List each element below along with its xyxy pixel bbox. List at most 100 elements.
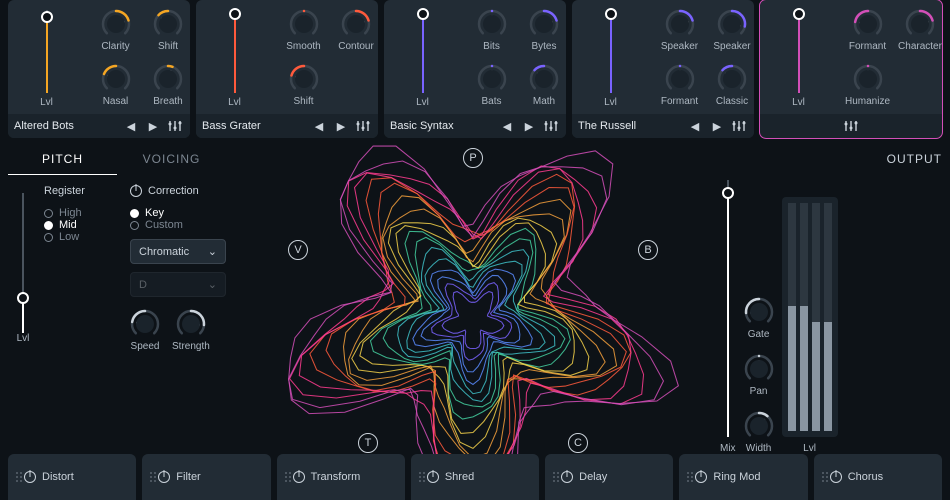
drag-handle-icon[interactable]: [285, 472, 287, 482]
speaker-knob[interactable]: [717, 9, 747, 39]
fx-distort[interactable]: Distort: [8, 454, 136, 500]
gate-knob[interactable]: [744, 297, 774, 327]
breath-knob[interactable]: [153, 64, 183, 94]
fx-label: Transform: [311, 471, 361, 483]
module-lvl-slider[interactable]: [422, 10, 424, 93]
prev-preset-icon[interactable]: ◀: [122, 117, 140, 135]
knob-label: Contour: [338, 41, 374, 52]
next-preset-icon[interactable]: ▶: [520, 117, 538, 135]
pan-knob[interactable]: [744, 354, 774, 384]
module-settings-icon[interactable]: [842, 117, 860, 135]
spectral-visualizer[interactable]: P V B T C: [230, 144, 716, 471]
drag-handle-icon[interactable]: [419, 472, 421, 482]
radio-icon: [44, 233, 53, 242]
speaker-knob[interactable]: [665, 9, 695, 39]
fx-power-icon[interactable]: [158, 471, 170, 483]
next-preset-icon[interactable]: ▶: [708, 117, 726, 135]
module-preset-name[interactable]: Bass Grater: [202, 120, 306, 132]
fx-power-icon[interactable]: [24, 471, 36, 483]
bits-knob[interactable]: [477, 9, 507, 39]
correction-opt-key[interactable]: Key: [130, 207, 226, 219]
scale-value: Chromatic: [139, 246, 189, 258]
module-lvl-slider[interactable]: [610, 10, 612, 93]
fx-transform[interactable]: Transform: [277, 454, 405, 500]
module-settings-icon[interactable]: [354, 117, 372, 135]
humanize-knob[interactable]: [853, 64, 883, 94]
math-knob[interactable]: [529, 64, 559, 94]
clarity-knob[interactable]: [101, 9, 131, 39]
module-lvl-slider[interactable]: [234, 10, 236, 93]
drag-handle-icon[interactable]: [553, 472, 555, 482]
module-settings-icon[interactable]: [166, 117, 184, 135]
register-opt-mid[interactable]: Mid: [44, 219, 124, 231]
shift-knob[interactable]: [153, 9, 183, 39]
module-settings-icon[interactable]: [730, 117, 748, 135]
key-select[interactable]: D ⌄: [130, 272, 226, 297]
next-preset-icon[interactable]: ▶: [144, 117, 162, 135]
width-label: Width: [746, 443, 772, 454]
fx-filter[interactable]: Filter: [142, 454, 270, 500]
mix-slider[interactable]: [727, 180, 729, 437]
fx-shred[interactable]: Shred: [411, 454, 539, 500]
module-preset-name[interactable]: The Russell: [578, 120, 682, 132]
radio-icon: [130, 209, 139, 218]
nasal-knob[interactable]: [101, 64, 131, 94]
smooth-knob[interactable]: [289, 9, 319, 39]
shift-knob[interactable]: [289, 64, 319, 94]
scale-select[interactable]: Chromatic ⌄: [130, 239, 226, 264]
viz-node-p[interactable]: P: [463, 148, 483, 168]
contour-knob[interactable]: [341, 9, 371, 39]
tab-pitch[interactable]: PITCH: [8, 144, 117, 175]
formant-knob[interactable]: [665, 64, 695, 94]
strength-label: Strength: [172, 341, 210, 352]
viz-node-t[interactable]: T: [358, 433, 378, 453]
radio-label: High: [59, 207, 82, 219]
module-settings-icon[interactable]: [542, 117, 560, 135]
formant-knob[interactable]: [853, 9, 883, 39]
fx-delay[interactable]: Delay: [545, 454, 673, 500]
viz-node-c[interactable]: C: [568, 433, 588, 453]
tab-voicing[interactable]: VOICING: [117, 144, 226, 175]
module-2: BitsBytesBatsMathLvlBasic Syntax◀▶: [384, 0, 566, 138]
next-preset-icon[interactable]: ▶: [332, 117, 350, 135]
module-preset-name[interactable]: Basic Syntax: [390, 120, 494, 132]
module-1: SmoothContourShiftLvlBass Grater◀▶: [196, 0, 378, 138]
bytes-knob[interactable]: [529, 9, 559, 39]
drag-handle-icon[interactable]: [150, 472, 152, 482]
fx-power-icon[interactable]: [427, 471, 439, 483]
pitch-lvl-slider[interactable]: [22, 193, 24, 333]
module-preset-name[interactable]: Altered Bots: [14, 120, 118, 132]
register-opt-low[interactable]: Low: [44, 231, 124, 243]
prev-preset-icon[interactable]: ◀: [310, 117, 328, 135]
correction-opt-custom[interactable]: Custom: [130, 219, 226, 231]
fx-chorus[interactable]: Chorus: [814, 454, 942, 500]
radio-label: Low: [59, 231, 79, 243]
viz-node-v[interactable]: V: [288, 240, 308, 260]
correction-power-icon[interactable]: [130, 185, 142, 197]
drag-handle-icon[interactable]: [687, 472, 689, 482]
drag-handle-icon[interactable]: [16, 472, 18, 482]
viz-node-b[interactable]: B: [638, 240, 658, 260]
width-knob[interactable]: [744, 411, 774, 441]
pan-label: Pan: [750, 386, 768, 397]
module-lvl-slider[interactable]: [798, 10, 800, 93]
module-lvl-slider[interactable]: [46, 10, 48, 93]
bats-knob[interactable]: [477, 64, 507, 94]
knob-label: Formant: [661, 96, 698, 107]
knob-label: Bats: [481, 96, 501, 107]
classic-knob[interactable]: [717, 64, 747, 94]
prev-preset-icon[interactable]: ◀: [498, 117, 516, 135]
fx-power-icon[interactable]: [561, 471, 573, 483]
fx-power-icon[interactable]: [293, 471, 305, 483]
strength-knob[interactable]: [176, 309, 206, 339]
prev-preset-icon[interactable]: ◀: [686, 117, 704, 135]
fx-ring-mod[interactable]: Ring Mod: [679, 454, 807, 500]
radio-icon: [44, 221, 53, 230]
knob-label: Formant: [849, 41, 886, 52]
register-opt-high[interactable]: High: [44, 207, 124, 219]
fx-power-icon[interactable]: [695, 471, 707, 483]
drag-handle-icon[interactable]: [822, 472, 824, 482]
character-knob[interactable]: [905, 9, 935, 39]
speed-knob[interactable]: [130, 309, 160, 339]
fx-power-icon[interactable]: [830, 471, 842, 483]
